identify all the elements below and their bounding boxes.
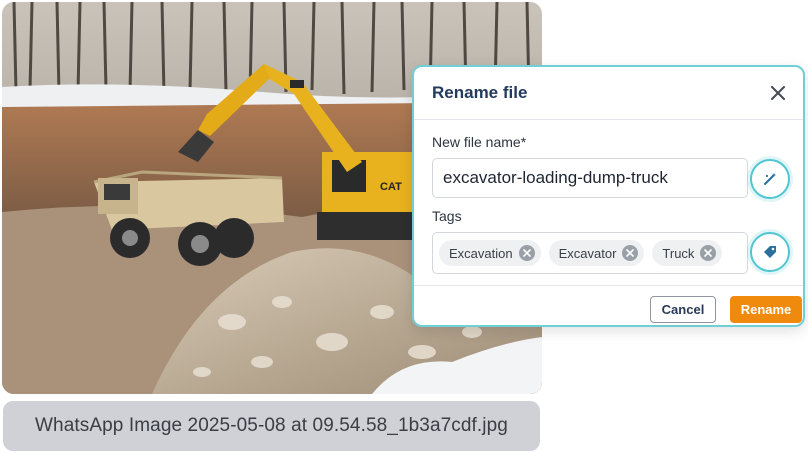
close-icon (771, 86, 785, 100)
tag-label: Truck (662, 245, 695, 261)
tags-label: Tags (432, 208, 462, 224)
cancel-button[interactable]: Cancel (650, 296, 716, 323)
dialog-footer: Cancel Rename (414, 285, 803, 328)
tag-chip: Truck (652, 240, 723, 266)
tag-sparkle-icon (764, 246, 776, 258)
magic-wand-icon (764, 173, 776, 185)
tag-chip: Excavation (439, 240, 541, 266)
close-icon (522, 249, 531, 257)
rename-button[interactable]: Rename (730, 296, 802, 323)
remove-tag-button[interactable] (518, 245, 535, 261)
dialog-header: Rename file (414, 67, 803, 120)
close-button[interactable] (767, 82, 789, 104)
new-file-name-label: New file name* (432, 134, 527, 150)
tag-label: Excavator (558, 245, 617, 261)
file-name-input[interactable] (432, 158, 748, 198)
tags-input[interactable]: Excavation Excavator Truck (432, 232, 748, 274)
close-icon (704, 249, 713, 257)
ai-suggest-tags-button[interactable] (750, 232, 790, 272)
remove-tag-button[interactable] (622, 245, 639, 261)
tag-chip: Excavator (548, 240, 645, 266)
svg-text:CAT: CAT (380, 181, 402, 193)
rename-file-dialog: Rename file New file name* Tags Excavati… (412, 65, 805, 327)
remove-tag-button[interactable] (700, 245, 717, 261)
dialog-title: Rename file (432, 83, 528, 102)
tag-label: Excavation (449, 245, 513, 261)
close-icon (626, 249, 635, 257)
filename-caption: WhatsApp Image 2025-05-08 at 09.54.58_1b… (3, 401, 540, 451)
ai-suggest-name-button[interactable] (750, 159, 790, 199)
